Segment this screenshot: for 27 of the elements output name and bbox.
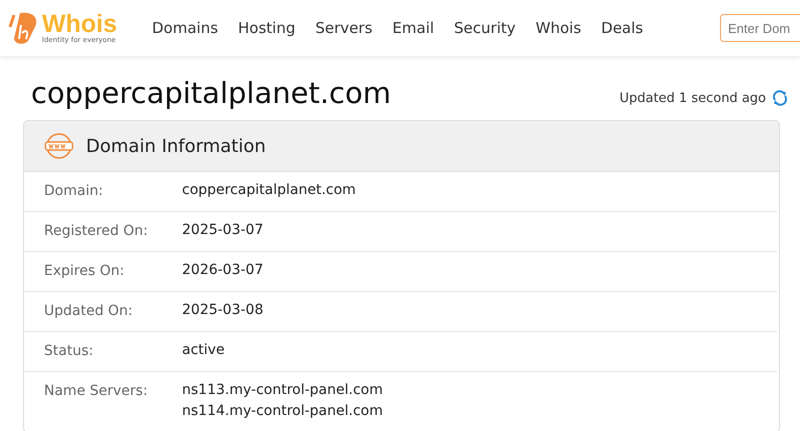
www-globe-icon bbox=[44, 133, 74, 159]
refresh-icon[interactable] bbox=[772, 90, 788, 106]
field-label: Name Servers: bbox=[44, 382, 149, 401]
nav-link[interactable]: Servers bbox=[315, 19, 372, 37]
field-value: ns114.my-control-panel.com bbox=[182, 402, 383, 421]
nav-link[interactable]: Deals bbox=[601, 19, 644, 37]
nav-link[interactable]: Email bbox=[392, 19, 434, 37]
field-value: 2025-03-07 bbox=[182, 221, 264, 240]
domain-search-field[interactable]: Enter Dom bbox=[720, 14, 800, 42]
nav-link[interactable]: Domains bbox=[152, 19, 218, 37]
card-title: Domain Information bbox=[86, 136, 266, 156]
nav-link[interactable]: Security bbox=[454, 19, 516, 37]
field-label: Updated On: bbox=[44, 302, 134, 321]
domain-title: coppercapitalplanet.com bbox=[31, 76, 391, 110]
nav-link[interactable]: Whois bbox=[536, 19, 582, 37]
field-value: 2026-03-07 bbox=[182, 261, 264, 280]
nav-link[interactable]: Hosting bbox=[238, 19, 296, 37]
field-label: Expires On: bbox=[44, 262, 126, 281]
field-value: active bbox=[182, 341, 225, 360]
logo-name: Whois bbox=[42, 12, 117, 36]
field-value: coppercapitalplanet.com bbox=[182, 181, 356, 200]
field-value: ns113.my-control-panel.com bbox=[182, 381, 383, 400]
field-label: Domain: bbox=[44, 182, 104, 201]
field-label: Status: bbox=[44, 342, 94, 361]
updated-time: Updated 1 second ago bbox=[619, 90, 766, 106]
field-value: 2025-03-08 bbox=[182, 301, 264, 320]
field-label: Registered On: bbox=[44, 222, 149, 241]
